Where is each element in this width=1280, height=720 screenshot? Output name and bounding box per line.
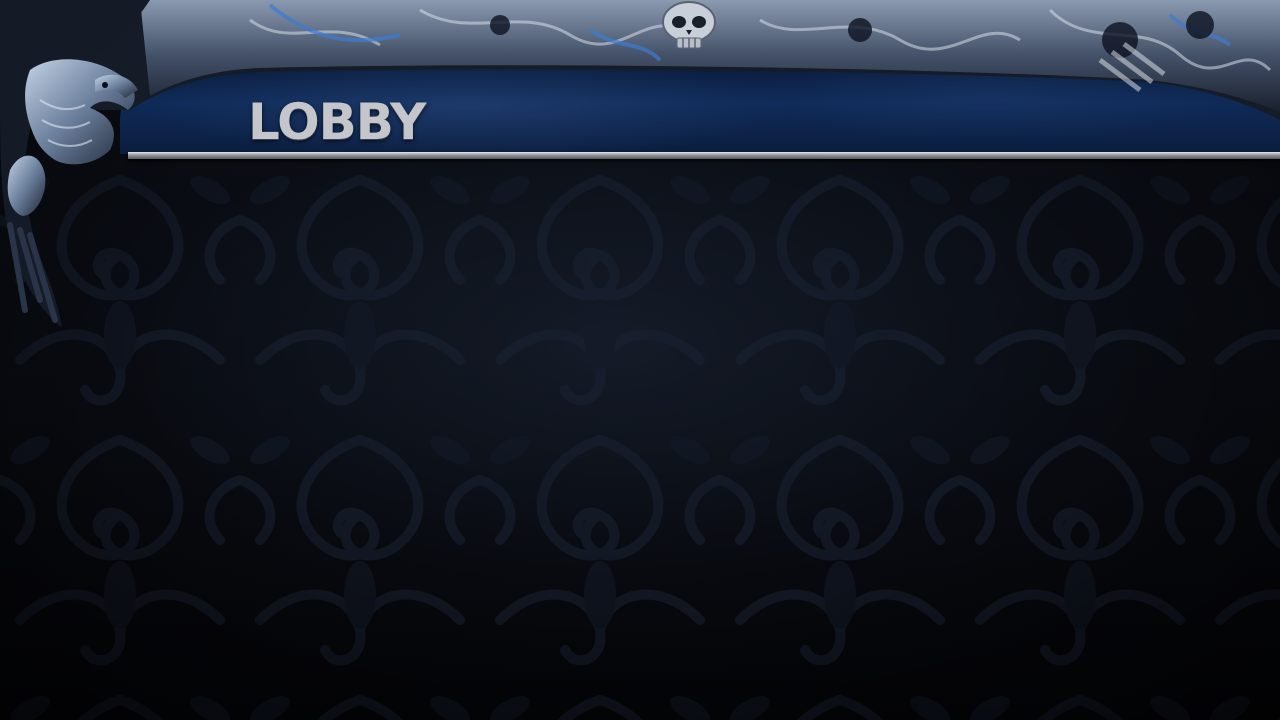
damask-background	[0, 160, 1280, 720]
header-divider	[128, 152, 1280, 159]
ornate-top-border	[0, 0, 1280, 120]
lobby-screen: LOBBY	[0, 0, 1280, 720]
skull-icon	[662, 1, 716, 49]
page-title: LOBBY	[248, 93, 426, 151]
eagle-icon	[0, 0, 150, 328]
